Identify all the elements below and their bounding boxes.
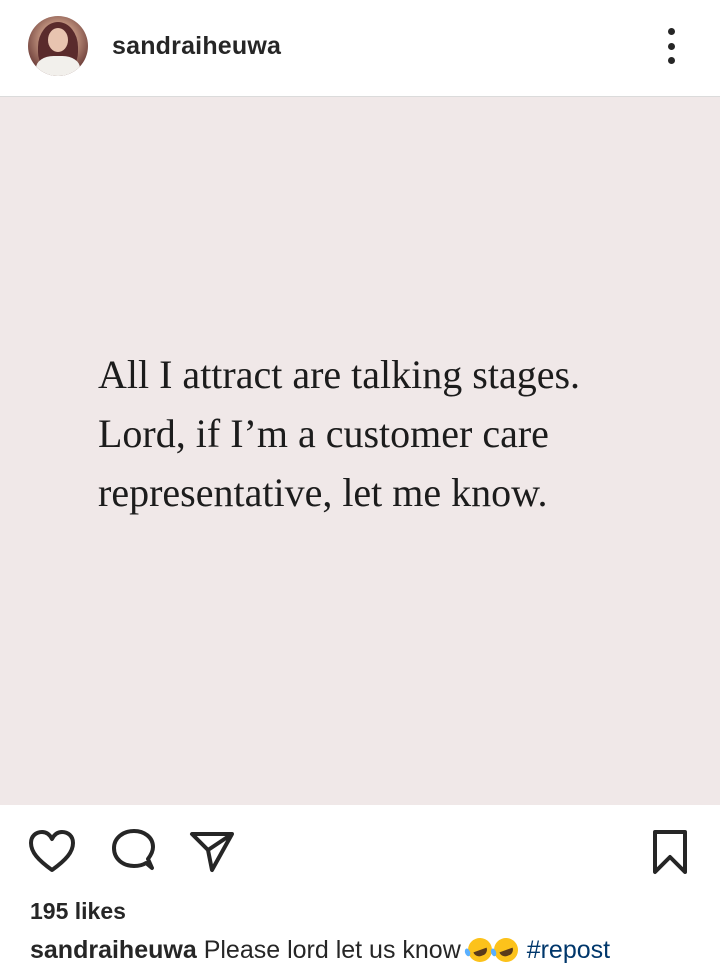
bookmark-icon[interactable] bbox=[644, 826, 696, 878]
dot bbox=[667, 28, 675, 35]
quote-line: representative, let me know. bbox=[98, 470, 548, 515]
comment-icon[interactable] bbox=[108, 826, 160, 878]
caption-username[interactable]: sandraiheuwa bbox=[30, 936, 197, 964]
avatar-face bbox=[48, 28, 68, 52]
post-image[interactable]: All I attract are talking stages. Lord, … bbox=[0, 97, 720, 805]
avatar[interactable] bbox=[28, 16, 88, 76]
quote-line: Lord, if I’m a customer care bbox=[98, 411, 549, 456]
heart-icon[interactable] bbox=[26, 826, 78, 878]
hashtag-link[interactable]: #repost bbox=[527, 936, 610, 964]
quote-line: All I attract are talking stages. bbox=[98, 352, 581, 397]
avatar-dress bbox=[36, 56, 80, 76]
dot bbox=[667, 57, 675, 64]
header-username[interactable]: sandraiheuwa bbox=[112, 32, 281, 61]
laughing-emoji-icon bbox=[490, 934, 522, 966]
caption: sandraiheuwa Please lord let us know #re… bbox=[30, 934, 610, 966]
send-icon[interactable] bbox=[186, 826, 238, 878]
quote-text: All I attract are talking stages. Lord, … bbox=[98, 345, 658, 522]
likes-count[interactable]: 195 likes bbox=[30, 898, 126, 925]
more-options-icon[interactable] bbox=[656, 22, 686, 70]
action-bar bbox=[0, 820, 720, 884]
dot bbox=[667, 42, 675, 50]
caption-text: Please lord let us know bbox=[203, 936, 461, 964]
post-header: sandraiheuwa bbox=[0, 0, 720, 96]
